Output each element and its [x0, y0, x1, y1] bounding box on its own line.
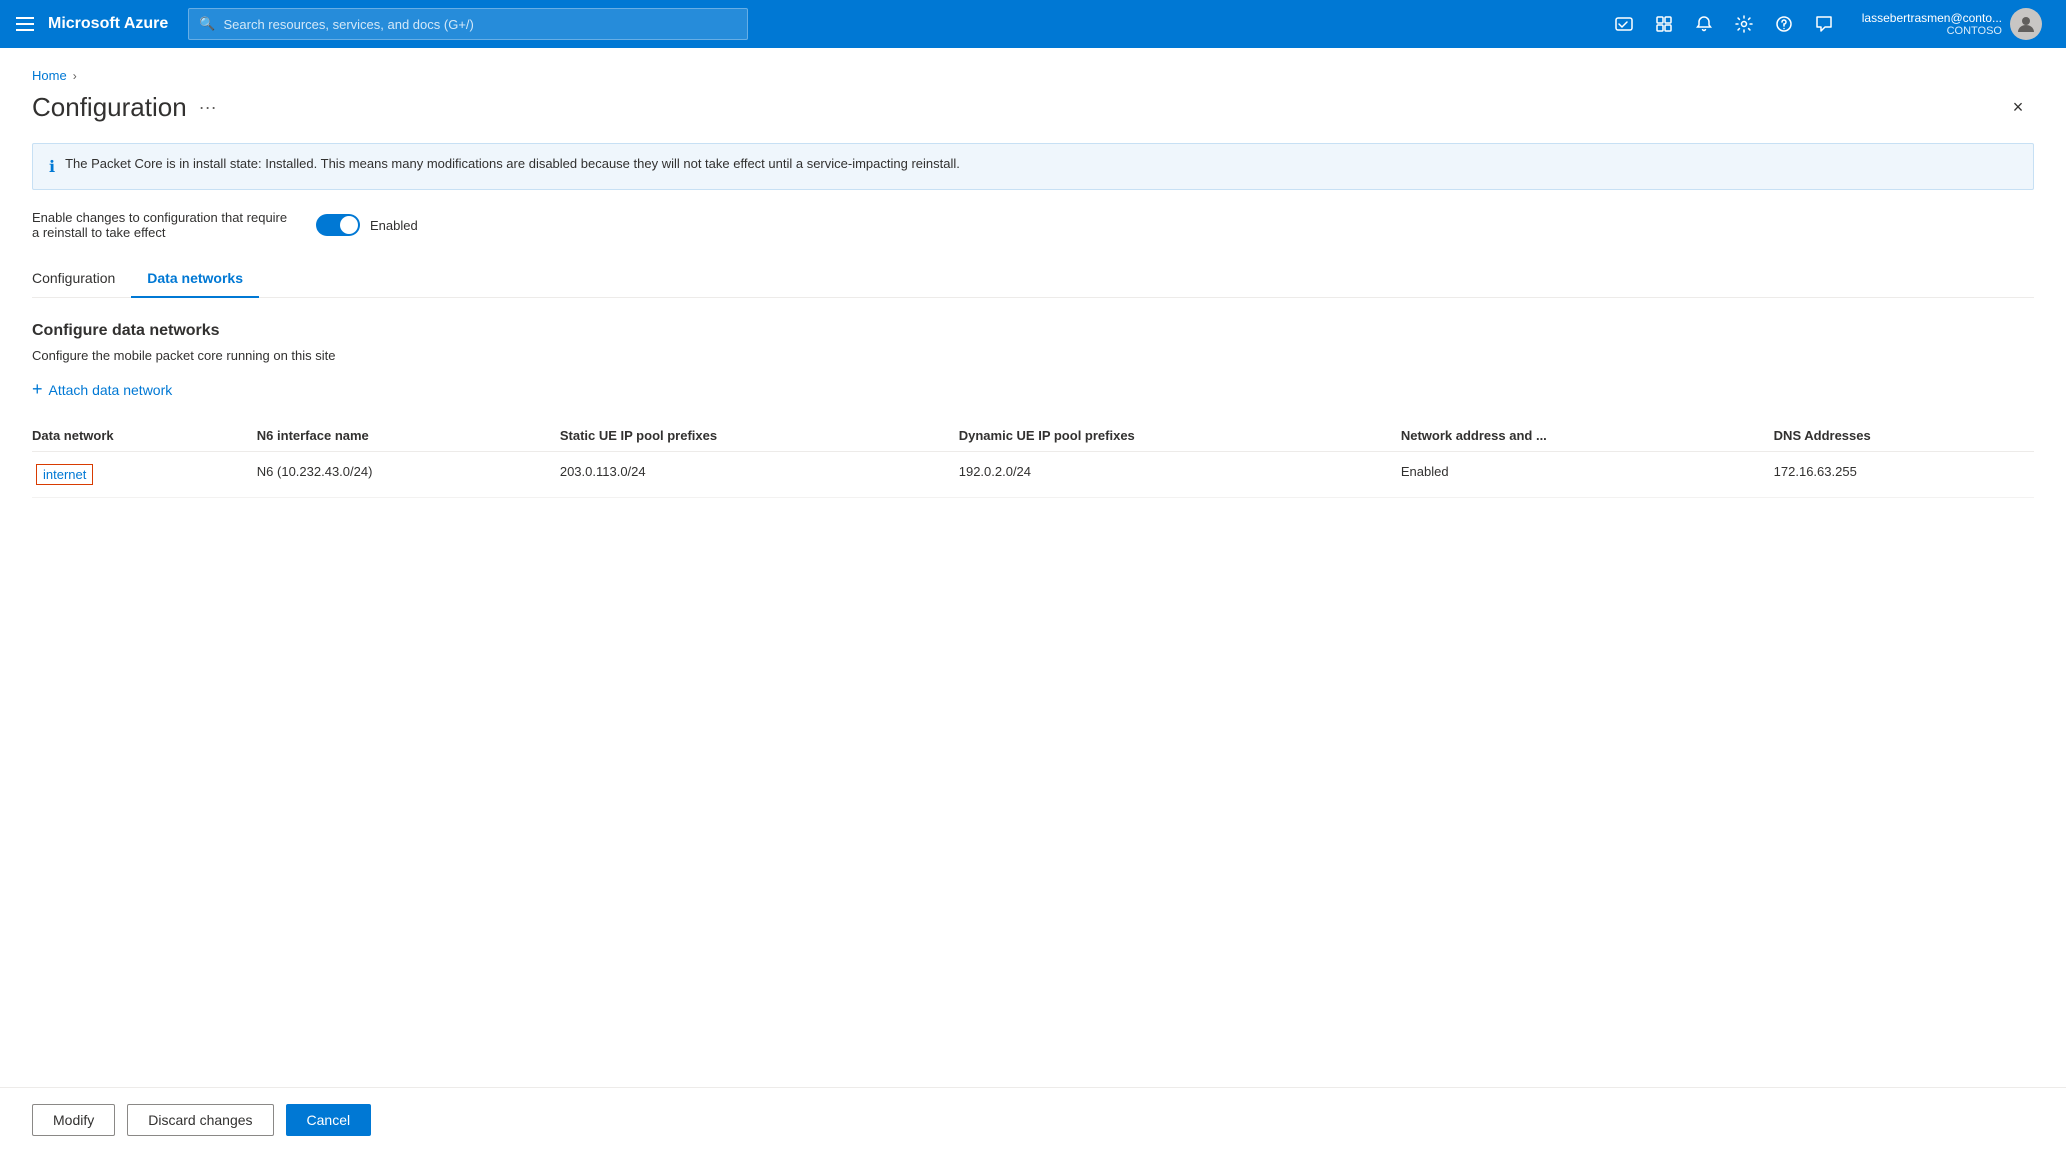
- cell-data-network: internet: [32, 452, 257, 498]
- page-options-button[interactable]: ···: [199, 97, 217, 118]
- cancel-button[interactable]: Cancel: [286, 1104, 372, 1136]
- enable-changes-row: Enable changes to configuration that req…: [32, 210, 2034, 240]
- topbar-icon-group: [1606, 6, 1842, 42]
- settings-icon[interactable]: [1726, 6, 1762, 42]
- user-email: lassebertrasmen@conto...: [1862, 11, 2002, 25]
- section-subtext: Configure the mobile packet core running…: [32, 348, 2034, 363]
- global-search[interactable]: 🔍: [188, 8, 748, 40]
- notifications-icon[interactable]: [1686, 6, 1722, 42]
- brand-logo: Microsoft Azure: [48, 15, 168, 33]
- cell-dynamic-ue: 192.0.2.0/24: [959, 452, 1401, 498]
- hamburger-menu[interactable]: [16, 14, 36, 34]
- close-button[interactable]: ×: [2002, 91, 2034, 123]
- cell-n6-interface: N6 (10.232.43.0/24): [257, 452, 560, 498]
- breadcrumb-separator: ›: [73, 69, 77, 83]
- avatar: [2010, 8, 2042, 40]
- data-network-link[interactable]: internet: [36, 464, 93, 485]
- col-dns: DNS Addresses: [1774, 420, 2034, 452]
- topbar: Microsoft Azure 🔍 lassebertrasmen@conto.…: [0, 0, 2066, 48]
- info-banner: ℹ The Packet Core is in install state: I…: [32, 143, 2034, 190]
- tabs: Configuration Data networks: [32, 260, 2034, 298]
- directory-icon[interactable]: [1646, 6, 1682, 42]
- col-n6-interface: N6 interface name: [257, 420, 560, 452]
- attach-data-network-button[interactable]: + Attach data network: [32, 379, 2034, 400]
- attach-link-label: Attach data network: [49, 382, 173, 398]
- tab-data-networks[interactable]: Data networks: [131, 260, 259, 298]
- table-row: internet N6 (10.232.43.0/24) 203.0.113.0…: [32, 452, 2034, 498]
- toggle-state-label: Enabled: [370, 218, 418, 233]
- enable-changes-label: Enable changes to configuration that req…: [32, 210, 292, 240]
- info-icon: ℹ: [49, 157, 55, 177]
- discard-changes-button[interactable]: Discard changes: [127, 1104, 273, 1136]
- breadcrumb: Home ›: [32, 68, 2034, 83]
- tab-configuration[interactable]: Configuration: [32, 260, 131, 298]
- help-icon[interactable]: [1766, 6, 1802, 42]
- user-info: lassebertrasmen@conto... CONTOSO: [1862, 11, 2002, 37]
- search-input[interactable]: [224, 17, 738, 32]
- col-static-ue: Static UE IP pool prefixes: [560, 420, 959, 452]
- plus-icon: +: [32, 379, 43, 400]
- cell-dns: 172.16.63.255: [1774, 452, 2034, 498]
- col-dynamic-ue: Dynamic UE IP pool prefixes: [959, 420, 1401, 452]
- cell-static-ue: 203.0.113.0/24: [560, 452, 959, 498]
- breadcrumb-home[interactable]: Home: [32, 68, 67, 83]
- data-networks-table: Data network N6 interface name Static UE…: [32, 420, 2034, 498]
- banner-text: The Packet Core is in install state: Ins…: [65, 156, 960, 171]
- enable-changes-toggle-wrapper: Enabled: [316, 214, 418, 236]
- col-data-network: Data network: [32, 420, 257, 452]
- main-content: Home › Configuration ··· × ℹ The Packet …: [0, 48, 2066, 1152]
- cell-network-addr: Enabled: [1401, 452, 1774, 498]
- search-icon: 🔍: [199, 16, 215, 32]
- section-heading: Configure data networks: [32, 322, 2034, 340]
- col-network-addr: Network address and ...: [1401, 420, 1774, 452]
- page-title: Configuration: [32, 92, 187, 123]
- footer: Modify Discard changes Cancel: [0, 1087, 2066, 1152]
- user-org: CONTOSO: [1862, 25, 2002, 37]
- page-title-row: Configuration ··· ×: [32, 91, 2034, 123]
- page-title-left: Configuration ···: [32, 92, 217, 123]
- modify-button[interactable]: Modify: [32, 1104, 115, 1136]
- cloud-shell-icon[interactable]: [1606, 6, 1642, 42]
- user-menu[interactable]: lassebertrasmen@conto... CONTOSO: [1854, 8, 2050, 40]
- enable-changes-toggle[interactable]: [316, 214, 360, 236]
- toggle-knob: [340, 216, 358, 234]
- feedback-icon[interactable]: [1806, 6, 1842, 42]
